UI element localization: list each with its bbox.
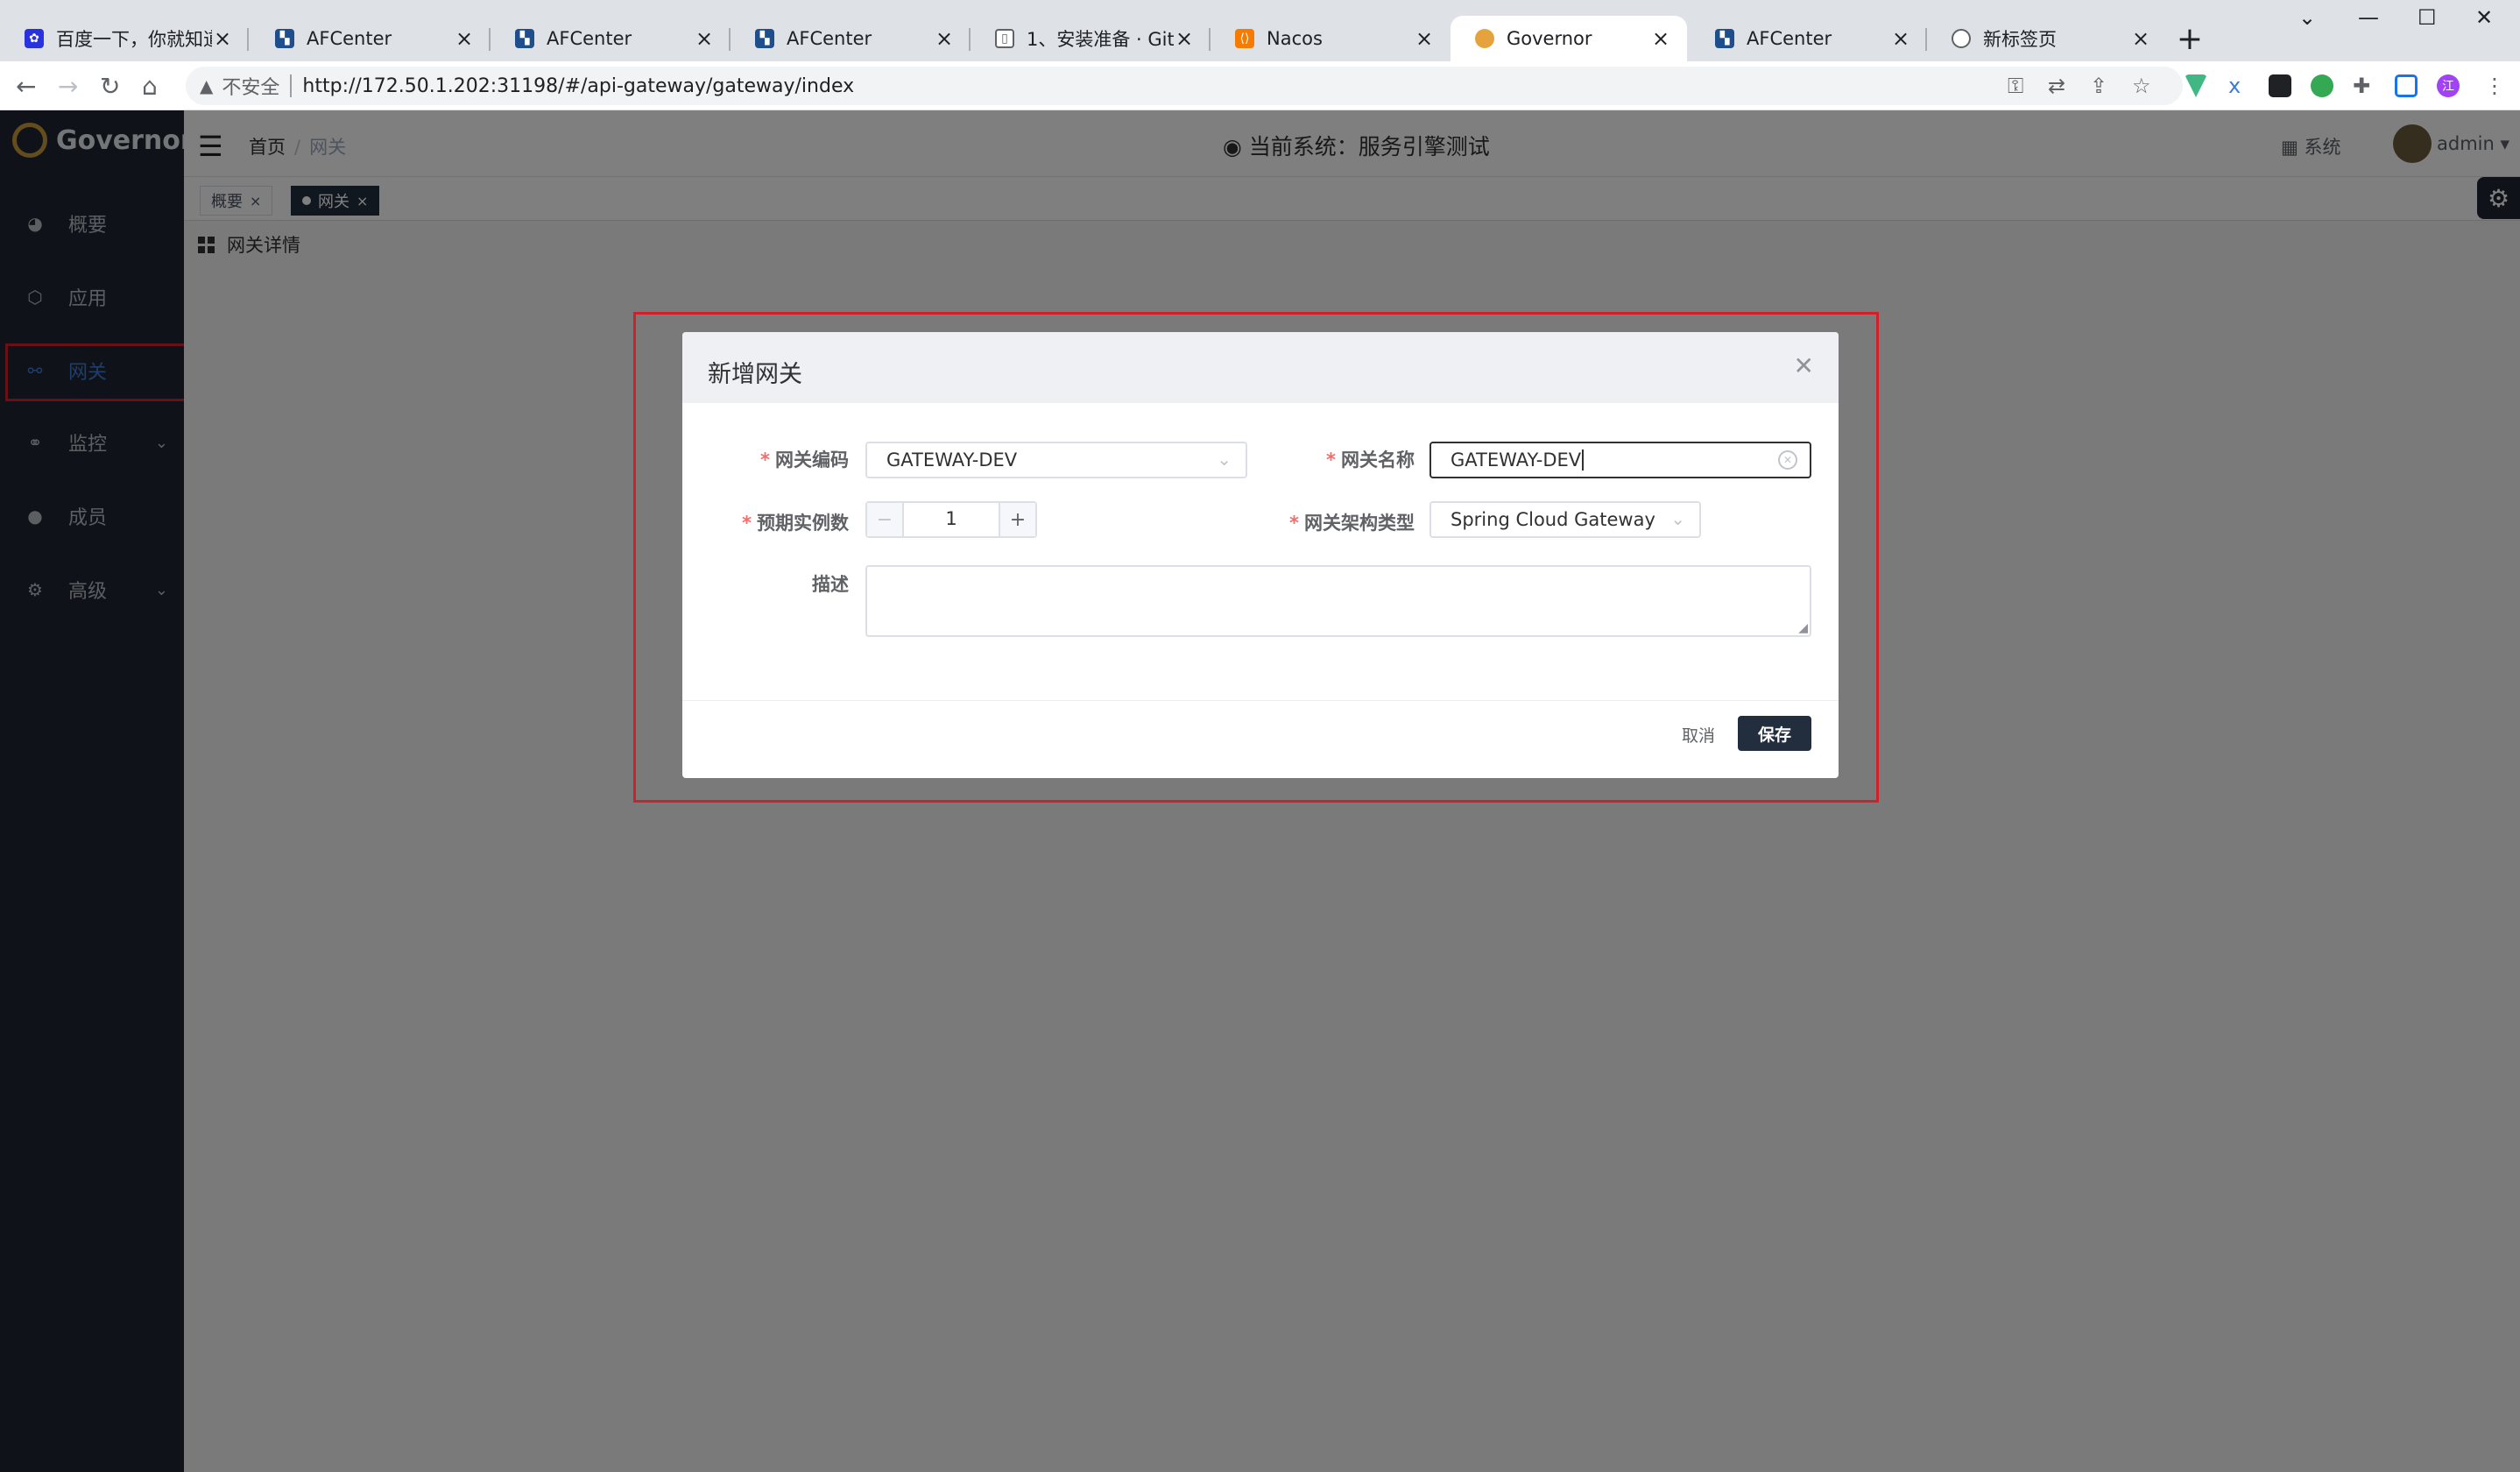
chrome-menu-icon[interactable]: ⋮ [2484,74,2505,98]
tab-title: Nacos [1267,28,1323,49]
tab-title: 1、安装准备 · GitBoo [1027,29,1174,50]
description-label: 描述 [812,574,849,595]
browser-tab[interactable]: ✿ 百度一下，你就知道 × [0,16,249,61]
gateway-code-label: * 网关编码 [760,449,849,471]
extension-globe-icon[interactable] [2311,74,2333,97]
browser-tab[interactable]: ▚ AFCenter × [251,16,491,61]
tab-title: AFCenter [787,28,872,49]
dialog-divider [682,700,1839,701]
browser-tab[interactable]: ▚ AFCenter × [731,16,971,61]
gateway-code-select[interactable]: GATEWAY-DEV ⌄ [865,442,1247,478]
share-icon[interactable]: ⇪ [2090,74,2107,98]
minimize-icon[interactable]: — [2358,5,2379,30]
browser-tab[interactable]: ⟨⟩ Nacos × [1211,16,1451,61]
afcenter-icon: ▚ [275,29,294,48]
afcenter-icon: ▚ [1715,29,1734,48]
browser-tab[interactable]: ▯ 1、安装准备 · GitBoo × [971,16,1211,61]
divider [290,74,293,97]
gateway-name-value: GATEWAY-DEV [1451,449,1582,471]
tab-title: Governor [1507,28,1592,49]
maximize-icon[interactable]: ☐ [2418,5,2437,30]
close-tab-icon[interactable]: × [694,26,715,51]
close-icon[interactable]: ✕ [1794,351,1814,380]
address-bar[interactable]: ▲ 不安全 http://172.50.1.202:31198/#/api-ga… [186,67,2183,105]
tab-title: 百度一下，你就知道 [56,29,212,50]
tab-title: 新标签页 [1983,29,2057,50]
resize-handle-icon[interactable]: ◢ [1798,621,1808,635]
close-tab-icon[interactable]: × [1650,26,1671,51]
instances-label: * 预期实例数 [742,513,849,534]
side-panel-icon[interactable] [2395,74,2418,97]
afcenter-icon: ▚ [515,29,534,48]
close-tab-icon[interactable]: × [934,26,955,51]
instances-stepper[interactable]: − 1 + [865,501,1037,538]
instances-value[interactable]: 1 [904,508,999,529]
profile-avatar[interactable]: 江 [2437,74,2460,97]
governor-icon [1475,29,1494,48]
decrement-button[interactable]: − [867,503,904,536]
browser-tab-strip: ✿ 百度一下，你就知道 × ▚ AFCenter × ▚ AFCenter × … [0,0,2520,61]
dialog-header: 新增网关 ✕ [682,332,1839,403]
clear-icon[interactable]: ✕ [1778,450,1797,470]
tab-title: AFCenter [307,28,392,49]
browser-tab[interactable]: ▚ AFCenter × [491,16,731,61]
baidu-paw-icon: ✿ [25,29,44,48]
gateway-name-input[interactable]: GATEWAY-DEV ✕ [1429,442,1811,478]
tab-title: AFCenter [547,28,632,49]
vue-devtools-icon[interactable] [2185,74,2207,97]
increment-button[interactable]: + [999,503,1035,536]
close-tab-icon[interactable]: × [1174,26,1195,51]
add-gateway-dialog: 新增网关 ✕ * 网关编码 GATEWAY-DEV ⌄ * 网关名称 GATEWAY… [682,332,1839,778]
save-button[interactable]: 保存 [1738,716,1811,751]
close-tab-icon[interactable]: × [1890,26,1911,51]
insecure-label[interactable]: 不安全 [222,72,279,100]
arch-type-value: Spring Cloud Gateway [1451,509,1655,530]
extensions-puzzle-icon[interactable]: ✚ [2353,74,2370,98]
chevron-down-icon: ⌄ [1670,508,1685,529]
reload-icon[interactable]: ↻ [100,72,120,101]
window-close-icon[interactable]: ✕ [2475,5,2493,30]
home-icon[interactable]: ⌂ [142,72,158,101]
translate-icon[interactable]: ⇄ [2048,74,2065,98]
browser-tab[interactable]: 新标签页 × [1927,16,2167,61]
extension-dark-icon[interactable] [2269,74,2291,97]
extension-x-icon[interactable]: x [2228,74,2241,98]
globe-icon [1952,29,1971,48]
close-tab-icon[interactable]: × [212,26,233,51]
new-tab-button[interactable]: + [2172,21,2207,57]
bookmark-star-icon[interactable]: ☆ [2132,74,2151,98]
arch-type-label: * 网关架构类型 [1289,513,1415,534]
text-caret [1582,449,1585,471]
gateway-name-label: * 网关名称 [1326,449,1415,471]
warning-icon[interactable]: ▲ [200,75,213,96]
tab-separator [247,28,249,51]
nacos-icon: ⟨⟩ [1235,29,1254,48]
tab-search-icon[interactable]: ⌄ [2298,5,2316,30]
book-icon: ▯ [995,29,1014,48]
close-tab-icon[interactable]: × [1414,26,1435,51]
dialog-title: 新增网关 [708,361,802,388]
url-text[interactable]: http://172.50.1.202:31198/#/api-gateway/… [302,75,854,97]
key-icon[interactable]: ⚿ [2008,74,2023,98]
back-icon[interactable]: ← [16,72,36,101]
browser-toolbar: ← → ↻ ⌂ ▲ 不安全 http://172.50.1.202:31198/… [0,61,2520,110]
browser-tab[interactable]: ▚ AFCenter × [1691,16,1927,61]
arch-type-select[interactable]: Spring Cloud Gateway ⌄ [1429,501,1701,538]
gateway-code-value: GATEWAY-DEV [886,449,1018,471]
forward-icon[interactable]: → [58,72,78,101]
close-tab-icon[interactable]: × [454,26,475,51]
tab-title: AFCenter [1747,28,1832,49]
afcenter-icon: ▚ [755,29,774,48]
browser-tab-active[interactable]: Governor × [1451,16,1687,61]
description-textarea[interactable]: ◢ [865,565,1811,637]
cancel-button[interactable]: 取消 [1682,723,1715,747]
chevron-down-icon: ⌄ [1217,449,1232,470]
close-tab-icon[interactable]: × [2130,26,2151,51]
